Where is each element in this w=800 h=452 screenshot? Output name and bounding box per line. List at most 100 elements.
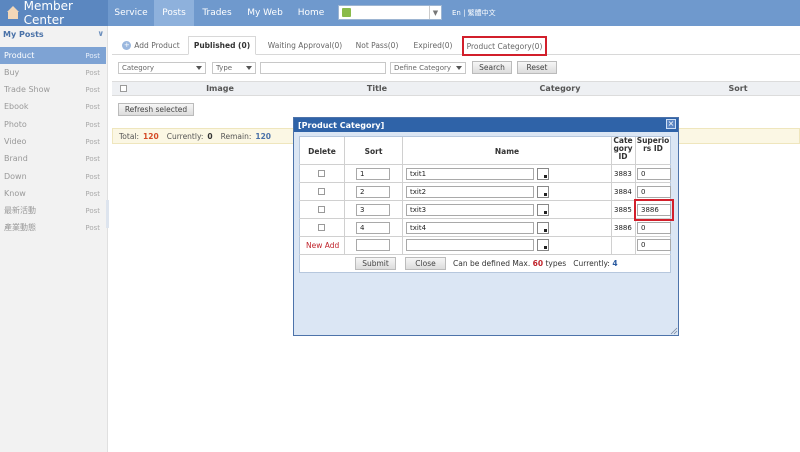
category-id: 3884 <box>614 188 632 196</box>
current-count: 0 <box>207 131 213 141</box>
sidebar-item-latest-events[interactable]: 最新活動 Post <box>0 202 106 219</box>
category-id: 3883 <box>614 170 632 178</box>
column-image: Image <box>206 84 234 93</box>
search-button[interactable]: Search <box>472 61 512 74</box>
color-picker-icon[interactable] <box>537 204 549 216</box>
color-picker-icon[interactable] <box>537 239 549 251</box>
category-select[interactable]: Category <box>118 62 206 74</box>
column-title: Title <box>366 84 388 93</box>
define-category-select[interactable]: Define Category <box>390 62 466 74</box>
color-picker-icon[interactable] <box>537 168 549 180</box>
delete-checkbox[interactable] <box>318 206 325 213</box>
sort-input[interactable]: 2 <box>356 186 390 198</box>
sidebar-splitter[interactable] <box>106 200 109 228</box>
new-add-label: New Add <box>306 241 340 250</box>
tab-published[interactable]: Published (0) <box>188 36 256 55</box>
tab-not-pass[interactable]: Not Pass(0) <box>350 36 404 55</box>
sort-input[interactable]: 1 <box>356 168 390 180</box>
post-link[interactable]: Post <box>85 207 100 215</box>
post-link[interactable]: Post <box>85 103 100 111</box>
name-input[interactable]: txit1 <box>406 168 534 180</box>
site-icon <box>342 8 351 17</box>
delete-checkbox[interactable] <box>318 170 325 177</box>
plus-icon: + <box>122 41 132 50</box>
chevron-down-icon[interactable]: ∨ <box>98 29 105 38</box>
total-count: 120 <box>143 131 159 141</box>
reset-button[interactable]: Reset <box>517 61 557 74</box>
sidebar-title: My Posts ∨ <box>3 29 105 39</box>
sidebar-item-brand[interactable]: Brand Post <box>0 150 106 167</box>
sidebar-item-buy[interactable]: Buy Post <box>0 64 106 81</box>
column-category: Category <box>539 84 581 93</box>
app-logo[interactable]: Member Center <box>0 0 108 27</box>
post-link[interactable]: Post <box>85 69 100 77</box>
sidebar-item-industry-news[interactable]: 產業動態 Post <box>0 219 106 236</box>
row-divider <box>299 218 671 219</box>
sort-input[interactable]: 4 <box>356 222 390 234</box>
sidebar-item-product[interactable]: Product Post <box>0 47 106 64</box>
post-link[interactable]: Post <box>85 138 100 146</box>
post-link[interactable]: Post <box>85 155 100 163</box>
nav-trades[interactable]: Trades <box>194 0 240 26</box>
tab-waiting-approval[interactable]: Waiting Approval(0) <box>262 36 348 55</box>
name-input[interactable]: txit3 <box>406 204 534 216</box>
post-link[interactable]: Post <box>85 121 100 129</box>
post-link[interactable]: Post <box>85 224 100 232</box>
app-title: Member Center <box>23 0 73 27</box>
close-button[interactable]: Close <box>405 257 446 270</box>
nav-service[interactable]: Service <box>108 0 154 26</box>
close-icon[interactable]: × <box>666 119 676 129</box>
row-divider <box>299 236 671 237</box>
column-superiors-id: Superiors ID <box>636 136 670 153</box>
type-select[interactable]: Type <box>212 62 256 74</box>
post-link[interactable]: Post <box>85 190 100 198</box>
sort-input[interactable]: 3 <box>356 204 390 216</box>
row-divider <box>299 182 671 183</box>
name-input[interactable]: txit2 <box>406 186 534 198</box>
delete-checkbox[interactable] <box>318 224 325 231</box>
col-divider <box>635 137 636 254</box>
nav-posts[interactable]: Posts <box>154 0 194 26</box>
select-all-checkbox[interactable] <box>120 85 127 92</box>
row-divider <box>299 254 671 255</box>
sidebar-item-video[interactable]: Video Post <box>0 133 106 150</box>
refresh-selected-button[interactable]: Refresh selected <box>118 103 194 116</box>
tab-add-product[interactable]: + Add Product <box>118 36 184 55</box>
chevron-down-icon <box>196 66 202 70</box>
column-delete: Delete <box>308 147 336 156</box>
remain-count: 120 <box>255 131 272 141</box>
tab-product-category[interactable]: Product Category(0) <box>462 36 547 56</box>
column-sort: Sort <box>728 84 748 93</box>
superior-id-input[interactable]: 0 <box>637 186 671 198</box>
keyword-input[interactable] <box>260 62 386 74</box>
category-id: 3886 <box>614 224 632 232</box>
post-link[interactable]: Post <box>85 173 100 181</box>
superior-id-input[interactable]: 0 <box>637 168 671 180</box>
sidebar-item-photo[interactable]: Photo Post <box>0 116 106 133</box>
name-input[interactable]: txit4 <box>406 222 534 234</box>
tab-expired[interactable]: Expired(0) <box>408 36 458 55</box>
post-link[interactable]: Post <box>85 86 100 94</box>
sidebar-item-ebook[interactable]: Ebook Post <box>0 98 106 115</box>
site-select[interactable]: ▼ <box>338 5 442 20</box>
post-link[interactable]: Post <box>85 52 100 60</box>
color-picker-icon[interactable] <box>537 222 549 234</box>
language-switch[interactable]: En | 繁體中文 <box>452 8 496 18</box>
home-icon <box>6 6 19 20</box>
highlight-box <box>634 199 674 221</box>
nav-my-web[interactable]: My Web <box>240 0 290 26</box>
superior-id-input[interactable]: 0 <box>637 222 671 234</box>
sidebar-item-trade-show[interactable]: Trade Show Post <box>0 81 106 98</box>
nav-home[interactable]: Home <box>290 0 332 26</box>
resize-grip-icon[interactable] <box>670 327 678 335</box>
sidebar-item-down[interactable]: Down Post <box>0 168 106 185</box>
submit-button[interactable]: Submit <box>355 257 396 270</box>
new-superior-id-input[interactable]: 0 <box>637 239 671 251</box>
color-picker-icon[interactable] <box>537 186 549 198</box>
new-sort-input[interactable] <box>356 239 390 251</box>
new-name-input[interactable] <box>406 239 534 251</box>
delete-checkbox[interactable] <box>318 188 325 195</box>
chevron-down-icon <box>456 66 462 70</box>
dialog-title[interactable]: [Product Category] <box>294 118 678 132</box>
sidebar-item-know[interactable]: Know Post <box>0 185 106 202</box>
